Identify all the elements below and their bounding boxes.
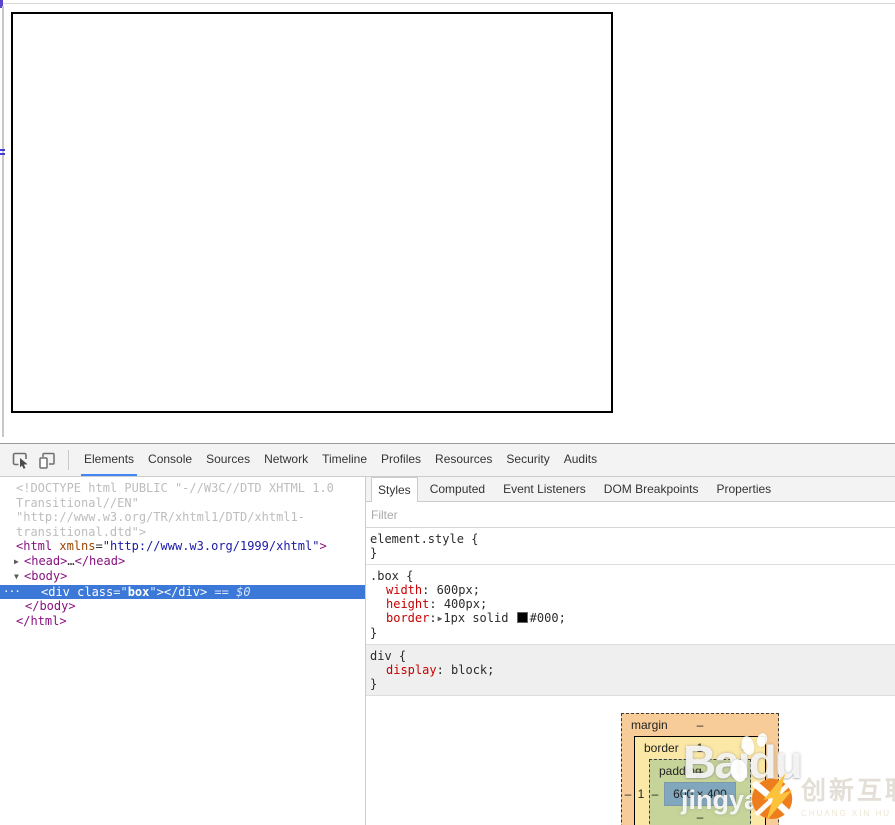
dom-tree: <!DOCTYPE html PUBLIC "-//W3C//DTD XHTML… xyxy=(0,477,365,825)
cxhl-watermark-subtext: CHUANG XIN HU LIAN xyxy=(801,809,895,818)
color-swatch[interactable] xyxy=(516,612,528,623)
browser-screenshot: Elements Console Sources Network Timeline Pro… xyxy=(0,0,895,825)
devtools-tabs: Elements Console Sources Network Timeline Pro… xyxy=(77,444,604,476)
page-top-divider xyxy=(0,3,895,4)
dom-tree-line[interactable]: ··· <div class="box"></div> == $0 xyxy=(0,584,365,600)
margin-left-value[interactable]: – xyxy=(623,787,633,801)
toolbar-separator xyxy=(68,450,69,470)
collapsed-arrow-icon[interactable]: ▶ xyxy=(14,555,24,570)
tab-profiles[interactable]: Profiles xyxy=(374,444,428,476)
dom-tree-line[interactable]: ▶ <head>…</head> xyxy=(0,554,365,570)
dom-tree-line[interactable]: ▼ <body> xyxy=(0,569,365,585)
subtab-styles[interactable]: Styles xyxy=(371,477,418,502)
tab-sources[interactable]: Sources xyxy=(199,444,257,476)
css-rule[interactable]: .box {width: 600px; height: 400px; border:… xyxy=(366,565,895,645)
css-property-line[interactable]: display: block; xyxy=(370,663,895,677)
css-selector: element.style xyxy=(370,532,464,546)
dom-tree-line[interactable]: Transitional//EN" xyxy=(0,496,365,511)
device-toolbar-icon[interactable] xyxy=(36,450,58,470)
css-selector: .box xyxy=(370,569,399,583)
subtab-event-listeners[interactable]: Event Listeners xyxy=(497,477,592,501)
box-model-diagram: margin – border 1 padding – 600 × 400 – … xyxy=(621,713,895,825)
padding-bottom-value[interactable]: – xyxy=(697,810,704,824)
border-left-value[interactable]: 1 xyxy=(636,787,646,801)
tab-timeline[interactable]: Timeline xyxy=(315,444,374,476)
metrics-content-box[interactable]: 600 × 400 xyxy=(664,782,736,806)
tab-security[interactable]: Security xyxy=(499,444,556,476)
border-label: border xyxy=(644,741,679,755)
devtools-panels: <!DOCTYPE html PUBLIC "-//W3C//DTD XHTML… xyxy=(0,477,895,825)
dom-tree-line[interactable]: <!DOCTYPE html PUBLIC "-//W3C//DTD XHTML… xyxy=(0,481,365,496)
dom-tree-line[interactable]: transitional.dtd"> xyxy=(0,525,365,540)
devtools-toolbar: Elements Console Sources Network Timeline Pro… xyxy=(0,444,895,477)
dom-tree-line[interactable]: <html xmlns="http://www.w3.org/1999/xhtm… xyxy=(0,539,365,554)
border-top-value[interactable]: 1 xyxy=(697,741,704,755)
css-rule[interactable]: element.style {} xyxy=(366,528,895,565)
expanded-arrow-icon[interactable]: ▼ xyxy=(14,570,24,585)
css-property-line[interactable]: width: 600px; xyxy=(370,583,895,597)
margin-label: margin xyxy=(631,718,668,732)
dom-tree-line[interactable]: </html> xyxy=(0,614,365,629)
devtools-panel: Elements Console Sources Network Timeline Pro… xyxy=(0,443,895,825)
styles-subtabs: Styles Computed Event Listeners DOM Breakpo… xyxy=(366,477,895,502)
padding-left-value[interactable]: – xyxy=(650,787,660,801)
css-property-line[interactable]: height: 400px; xyxy=(370,597,895,611)
styles-filter-row xyxy=(366,502,895,528)
styles-panel: Styles Computed Event Listeners DOM Breakpo… xyxy=(365,477,895,825)
padding-label: padding xyxy=(659,764,702,778)
metrics-margin-box[interactable]: margin – border 1 padding – 600 × 400 – xyxy=(621,713,779,825)
tab-audits[interactable]: Audits xyxy=(557,444,604,476)
css-selector: div xyxy=(370,649,392,663)
inspect-element-icon[interactable] xyxy=(10,450,32,470)
expand-shorthand-icon[interactable]: ▶ xyxy=(437,614,444,623)
metrics-border-box[interactable]: border 1 padding – 600 × 400 – xyxy=(634,736,766,825)
page-demo-box-div xyxy=(11,12,613,413)
edge-artifact xyxy=(0,149,5,151)
dom-tree-line[interactable]: </body> xyxy=(0,599,365,614)
tab-elements[interactable]: Elements xyxy=(77,444,141,476)
css-property-line[interactable]: border:▶1px solid #000; xyxy=(370,611,895,626)
edge-artifact xyxy=(0,153,5,155)
content-size-value: 600 × 400 xyxy=(673,787,727,801)
tab-resources[interactable]: Resources xyxy=(428,444,499,476)
tab-console[interactable]: Console xyxy=(141,444,199,476)
style-rules: element.style {} .box {width: 600px; heigh… xyxy=(366,528,895,696)
styles-filter-input[interactable] xyxy=(366,507,874,522)
metrics-padding-box[interactable]: padding – 600 × 400 – xyxy=(649,759,751,825)
subtab-computed[interactable]: Computed xyxy=(424,477,491,501)
dom-tree-line[interactable]: "http://www.w3.org/TR/xhtml1/DTD/xhtml1- xyxy=(0,510,365,525)
margin-top-value[interactable]: – xyxy=(697,718,704,732)
left-edge-line xyxy=(2,6,4,437)
css-rule[interactable]: div {display: block;} xyxy=(366,645,895,696)
subtab-properties[interactable]: Properties xyxy=(710,477,777,501)
subtab-dom-breakpoints[interactable]: DOM Breakpoints xyxy=(598,477,705,501)
row-actions-dots[interactable]: ··· xyxy=(3,585,21,600)
cxhl-watermark-name: 创新互联 xyxy=(801,777,895,805)
tab-network[interactable]: Network xyxy=(257,444,315,476)
